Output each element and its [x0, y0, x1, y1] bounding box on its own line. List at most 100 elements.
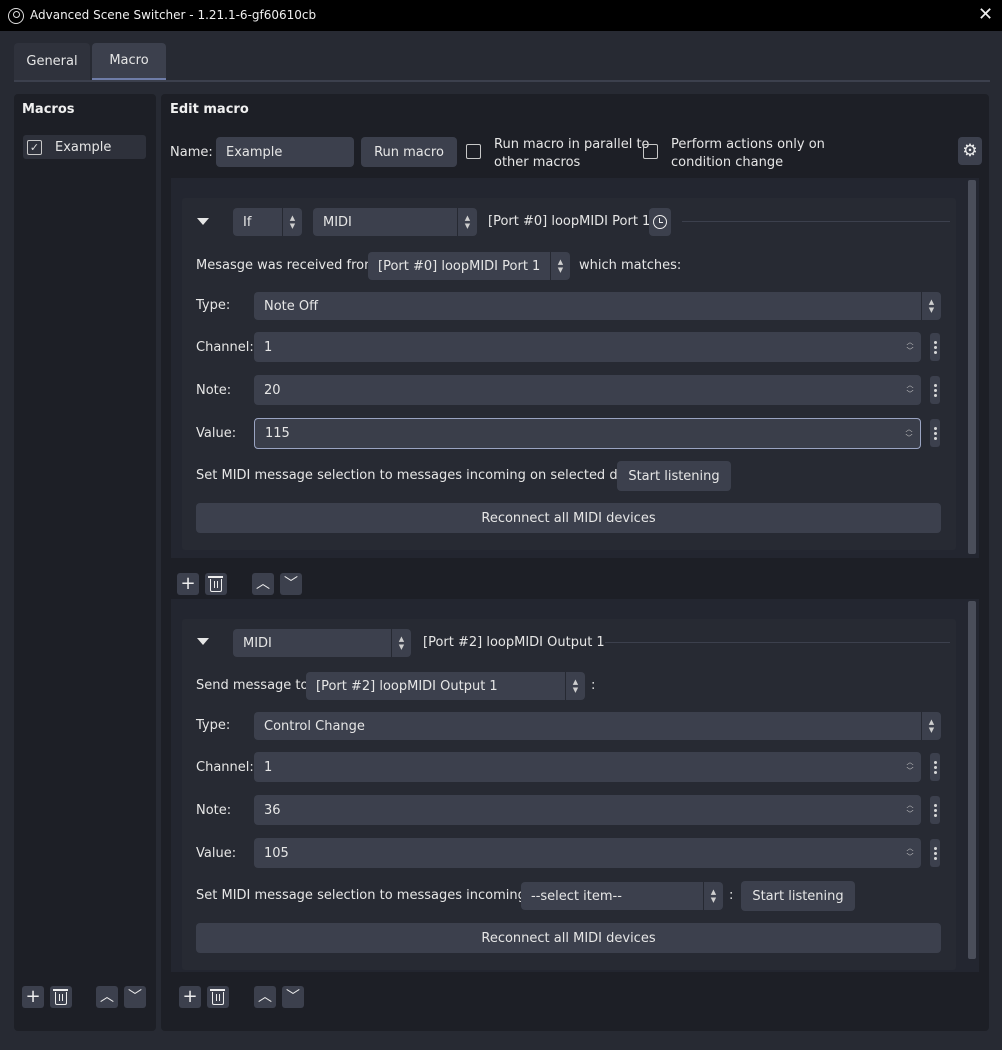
- condition-value-spinner[interactable]: ︿ ﹀: [902, 419, 916, 448]
- action-channel-input[interactable]: 1 ︿ ﹀: [254, 752, 921, 782]
- condition-channel-value: 1: [264, 339, 273, 355]
- condition-change-label-line1: Perform actions only on: [671, 137, 825, 152]
- arrow-up-icon: ▲: [928, 298, 935, 306]
- action-listen-device-value: --select item--: [531, 888, 622, 904]
- tab-macro[interactable]: Macro: [92, 43, 166, 80]
- condition-value-menu-button[interactable]: [930, 419, 940, 447]
- duration-button[interactable]: [649, 208, 671, 236]
- move-action-up-button[interactable]: ︿: [254, 986, 276, 1008]
- logic-select[interactable]: If ▲ ▼: [233, 208, 302, 236]
- action-type-select[interactable]: MIDI ▲ ▼: [233, 629, 411, 657]
- action-value-spinner[interactable]: ︿ ﹀: [903, 838, 917, 868]
- add-action-button[interactable]: +: [179, 986, 201, 1008]
- action-note-menu-button[interactable]: [930, 796, 940, 824]
- move-condition-down-button[interactable]: ﹀: [280, 573, 302, 595]
- condition-summary: [Port #0] loopMIDI Port 1: [488, 214, 651, 229]
- condition-message-type-select[interactable]: Note Off ▲ ▼: [254, 292, 941, 320]
- condition-port-select[interactable]: [Port #0] loopMIDI Port 1 ▲ ▼: [368, 252, 570, 280]
- run-macro-button[interactable]: Run macro: [361, 137, 457, 167]
- condition-start-listening-button[interactable]: Start listening: [617, 461, 731, 491]
- condition-note-value: 20: [264, 382, 281, 398]
- condition-note-input[interactable]: 20 ︿ ﹀: [254, 375, 921, 405]
- action-message-type-arrows: ▲ ▼: [921, 712, 941, 740]
- collapse-action-icon[interactable]: [197, 638, 209, 645]
- action-reconnect-button[interactable]: Reconnect all MIDI devices: [196, 923, 941, 953]
- condition-value-input[interactable]: 115 ︿ ﹀: [254, 418, 921, 449]
- move-condition-up-button[interactable]: ︿: [252, 573, 274, 595]
- condition-type-select[interactable]: MIDI ▲ ▼: [313, 208, 477, 236]
- window-title: Advanced Scene Switcher - 1.21.1-6-gf606…: [30, 8, 317, 22]
- condition-change-checkbox[interactable]: [643, 144, 658, 159]
- spin-down-icon: ﹀: [906, 347, 914, 355]
- action-start-listening-button[interactable]: Start listening: [741, 881, 855, 911]
- condition-message-type-value: Note Off: [264, 298, 319, 314]
- action-listen-device-select[interactable]: --select item-- ▲ ▼: [521, 882, 723, 910]
- action-type-value: MIDI: [243, 635, 272, 651]
- arrow-up-icon: ▲: [710, 888, 717, 896]
- condition-note-label: Note:: [196, 383, 232, 398]
- action-listen-label: Set MIDI message selection to messages i…: [196, 888, 547, 903]
- trash-icon: [53, 989, 68, 1005]
- which-matches-label: which matches:: [579, 258, 682, 273]
- arrow-down-icon: ▼: [398, 643, 405, 651]
- macro-list-item[interactable]: ✓ Example: [23, 135, 146, 159]
- action-channel-label: Channel:: [196, 760, 254, 775]
- condition-change-label: Perform actions only on condition change: [671, 136, 825, 172]
- condition-channel-label: Channel:: [196, 340, 254, 355]
- delete-action-button[interactable]: [207, 986, 229, 1008]
- add-condition-button[interactable]: +: [177, 573, 199, 595]
- close-icon[interactable]: ✕: [978, 5, 993, 25]
- condition-channel-input[interactable]: 1 ︿ ﹀: [254, 332, 921, 362]
- action-note-value: 36: [264, 802, 281, 818]
- delete-macro-button[interactable]: [50, 986, 72, 1008]
- spin-up-icon: ︿: [906, 758, 914, 766]
- action-port-select[interactable]: [Port #2] loopMIDI Output 1 ▲ ▼: [306, 672, 585, 700]
- action-note-spinner[interactable]: ︿ ﹀: [903, 795, 917, 825]
- add-macro-button[interactable]: +: [22, 986, 44, 1008]
- condition-note-menu-button[interactable]: [930, 376, 940, 404]
- action-type-label: Type:: [196, 718, 231, 733]
- spin-up-icon: ︿: [906, 338, 914, 346]
- move-action-down-button[interactable]: ﹀: [282, 986, 304, 1008]
- move-macro-up-button[interactable]: ︿: [96, 986, 118, 1008]
- spin-down-icon: ﹀: [905, 433, 913, 442]
- macros-panel: [14, 94, 156, 1031]
- condition-channel-spinner[interactable]: ︿ ﹀: [903, 332, 917, 362]
- arrow-down-icon: ▼: [928, 726, 935, 734]
- condition-header-divider: [682, 221, 950, 222]
- action-type-arrows: ▲ ▼: [391, 629, 411, 657]
- condition-note-spinner[interactable]: ︿ ﹀: [903, 375, 917, 405]
- arrow-up-icon: ▲: [398, 635, 405, 643]
- action-value-label: Value:: [196, 846, 237, 861]
- conditions-scrollbar[interactable]: [968, 180, 976, 554]
- action-listen-colon: :: [729, 888, 734, 903]
- run-parallel-checkbox[interactable]: [466, 144, 481, 159]
- collapse-condition-icon[interactable]: [197, 218, 209, 225]
- spin-up-icon: ︿: [906, 844, 914, 852]
- action-value-menu-button[interactable]: [930, 839, 940, 867]
- macro-name-input[interactable]: Example: [216, 137, 354, 167]
- gear-icon[interactable]: ⚙: [958, 137, 982, 165]
- condition-channel-menu-button[interactable]: [930, 333, 940, 361]
- macro-enabled-checkbox[interactable]: ✓: [27, 139, 42, 155]
- arrow-up-icon: ▲: [557, 258, 564, 266]
- arrow-down-icon: ▼: [572, 686, 579, 694]
- action-value-input[interactable]: 105 ︿ ﹀: [254, 838, 921, 868]
- condition-change-label-line2: condition change: [671, 155, 784, 170]
- move-macro-down-button[interactable]: ﹀: [124, 986, 146, 1008]
- actions-scrollbar[interactable]: [968, 601, 976, 959]
- action-message-type-select[interactable]: Control Change ▲ ▼: [254, 712, 941, 740]
- action-note-input[interactable]: 36 ︿ ﹀: [254, 795, 921, 825]
- condition-reconnect-button[interactable]: Reconnect all MIDI devices: [196, 503, 941, 533]
- tab-general[interactable]: General: [14, 43, 90, 80]
- condition-message-type-arrows: ▲ ▼: [921, 292, 941, 320]
- condition-listen-label: Set MIDI message selection to messages i…: [196, 468, 657, 483]
- action-header-divider: [605, 642, 950, 643]
- action-channel-menu-button[interactable]: [930, 753, 940, 781]
- delete-condition-button[interactable]: [205, 573, 227, 595]
- action-channel-spinner[interactable]: ︿ ﹀: [903, 752, 917, 782]
- condition-port-value: [Port #0] loopMIDI Port 1: [378, 258, 541, 274]
- arrow-down-icon: ▼: [710, 896, 717, 904]
- action-message-type-value: Control Change: [264, 718, 365, 734]
- received-from-label: Mesasge was received from: [196, 258, 377, 273]
